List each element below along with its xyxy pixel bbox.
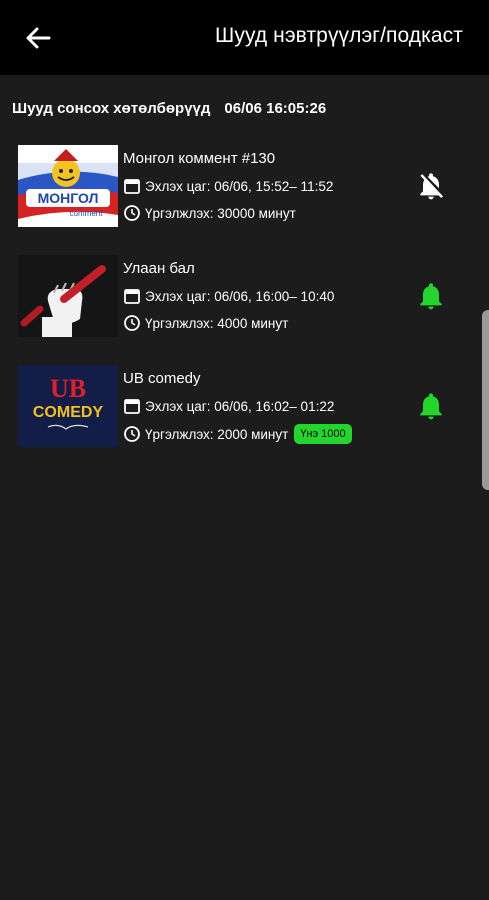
svg-text:comment: comment	[70, 209, 104, 218]
start-time-row: Эхлэх цаг: 06/06, 15:52– 11:52	[123, 177, 333, 195]
current-timestamp: 06/06 16:05:26	[224, 100, 327, 117]
start-time-row: Эхлэх цаг: 06/06, 16:02– 01:22	[123, 397, 334, 415]
calendar-icon	[123, 287, 141, 305]
page-title: Шууд нэвтрүүлэг/подкаст	[215, 24, 463, 47]
clock-icon	[123, 204, 141, 222]
clock-icon	[123, 425, 141, 443]
start-time-text: Эхлэх цаг: 06/06, 15:52– 11:52	[145, 178, 334, 194]
clock-icon	[123, 314, 141, 332]
svg-text:COMEDY: COMEDY	[33, 404, 104, 421]
program-list: МОНГОЛ comment Монгол коммент #130 Эхлэх…	[0, 140, 489, 470]
app-bar: Шууд нэвтрүүлэг/подкаст	[0, 0, 489, 75]
program-thumbnail	[18, 255, 118, 337]
program-item[interactable]: МОНГОЛ comment Монгол коммент #130 Эхлэх…	[0, 140, 489, 250]
program-title: UB comedy	[123, 370, 201, 387]
duration-row: Үргэлжлэх: 4000 минут	[123, 314, 288, 332]
notify-toggle-button[interactable]	[415, 280, 447, 312]
duration-row: Үргэлжлэх: 2000 минут Үнэ 1000	[123, 424, 352, 444]
notify-toggle-button[interactable]	[415, 170, 447, 202]
start-time-text: Эхлэх цаг: 06/06, 16:02– 01:22	[145, 398, 335, 414]
calendar-icon	[123, 177, 141, 195]
bell-icon	[420, 283, 442, 310]
back-button[interactable]	[18, 20, 58, 56]
arrow-left-icon	[26, 27, 51, 49]
program-item[interactable]: UB COMEDY UB comedy Эхлэх цаг: 06/06, 16…	[0, 360, 489, 470]
duration-text: Үргэлжлэх: 30000 минут	[145, 205, 296, 221]
section-header: Шууд сонсох хөтөлбөрүүд 06/06 16:05:26	[12, 100, 326, 117]
bell-off-icon	[420, 173, 443, 200]
program-title: Монгол коммент #130	[123, 150, 276, 167]
start-time-text: Эхлэх цаг: 06/06, 16:00– 10:40	[145, 288, 335, 304]
program-title: Улаан бал	[123, 260, 195, 277]
svg-text:МОНГОЛ: МОНГОЛ	[38, 190, 99, 206]
section-label: Шууд сонсох хөтөлбөрүүд	[12, 100, 211, 117]
price-badge: Үнэ 1000	[294, 424, 352, 444]
notify-toggle-button[interactable]	[415, 390, 447, 422]
duration-text: Үргэлжлэх: 4000 минут	[145, 315, 289, 331]
program-thumbnail: UB COMEDY	[18, 365, 118, 447]
duration-text: Үргэлжлэх: 2000 минут	[145, 426, 289, 442]
bell-icon	[420, 393, 442, 420]
edge-scroll-handle[interactable]	[482, 310, 489, 490]
program-thumbnail: МОНГОЛ comment	[18, 145, 118, 227]
program-item[interactable]: Улаан бал Эхлэх цаг: 06/06, 16:00– 10:40…	[0, 250, 489, 360]
calendar-icon	[123, 397, 141, 415]
svg-text:UB: UB	[50, 374, 86, 403]
duration-row: Үргэлжлэх: 30000 минут	[123, 204, 296, 222]
start-time-row: Эхлэх цаг: 06/06, 16:00– 10:40	[123, 287, 334, 305]
